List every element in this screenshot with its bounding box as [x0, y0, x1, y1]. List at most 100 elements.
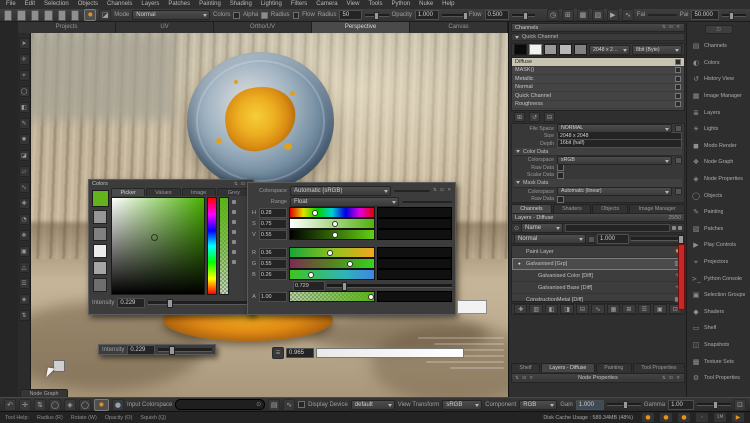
tool-icon[interactable]: ◪	[19, 150, 30, 161]
flow-checkbox[interactable]	[293, 12, 300, 19]
palette-item[interactable]: ▦ Image Manager	[687, 88, 750, 105]
slider-menu-icon[interactable]: ☰	[272, 347, 284, 359]
viewport-tab[interactable]: Perspective	[312, 22, 410, 33]
layer-row[interactable]: Galvanised Base [Diff] ∿	[512, 282, 684, 294]
lock-icon[interactable]	[675, 188, 682, 195]
red-gradient-slider[interactable]	[289, 247, 376, 258]
opacity-slider[interactable]	[442, 14, 466, 17]
hue-gradient-slider[interactable]	[289, 207, 376, 218]
toolbar-icon[interactable]: ∿	[622, 9, 634, 21]
hue-strip[interactable]	[207, 197, 217, 295]
layer-action-icon[interactable]: ∿	[591, 304, 604, 314]
layer-row[interactable]: ● Galvanised [Grp] ▥	[512, 258, 684, 270]
channel-row[interactable]: Quick Channel	[512, 92, 684, 101]
status-chip-icon[interactable]: ▶	[731, 412, 745, 423]
channel-swatch-grey[interactable]	[544, 44, 557, 55]
toolbar-icon[interactable]: ⊞	[562, 9, 574, 21]
falloff-dropdown[interactable]	[648, 14, 677, 16]
palette-item[interactable]: ◫ Snapshots	[687, 337, 750, 354]
viewport-tab[interactable]: UV	[116, 22, 214, 33]
channel-action-icon[interactable]: ↺	[529, 112, 540, 122]
channel-row[interactable]: Metallic	[512, 75, 684, 84]
paint-field[interactable]: 50.000	[691, 10, 719, 20]
tool-icon[interactable]: ✹	[19, 134, 30, 145]
import-icon[interactable]	[44, 10, 52, 21]
picker-tool-icon[interactable]	[232, 250, 236, 254]
scalar-data-checkbox[interactable]	[557, 172, 564, 179]
dock-tab[interactable]: Objects	[592, 204, 628, 213]
search-filter-dropdown[interactable]: Name	[521, 223, 563, 233]
tool-icon[interactable]: ➤	[19, 38, 30, 49]
radius-field[interactable]: 50	[339, 10, 361, 20]
menu-item[interactable]: Channels	[107, 0, 132, 9]
saturation-value-box[interactable]	[377, 218, 452, 229]
raw-data-checkbox[interactable]	[557, 164, 564, 171]
status-chip-icon[interactable]: ●	[677, 412, 691, 423]
intensity-field[interactable]: 0.229	[117, 298, 145, 308]
channel-size-dropdown[interactable]: 2048 x 2048	[589, 45, 630, 55]
search-option-icon[interactable]	[678, 226, 682, 230]
paint-slider[interactable]	[722, 14, 746, 17]
colors-tab[interactable]: Image	[182, 188, 216, 196]
toolbar-icon[interactable]: ▶	[607, 9, 619, 21]
navigation-tool-icon[interactable]: ◯	[49, 399, 61, 411]
saturation-field[interactable]: 0.75	[259, 219, 287, 229]
recent-color-swatch[interactable]	[93, 227, 107, 241]
channel-row[interactable]: Roughness	[512, 101, 684, 110]
colorspace-dropdown[interactable]: Automatic (sRGB)	[290, 186, 391, 196]
alpha-white-field[interactable]	[457, 300, 487, 314]
gamma-slider[interactable]	[697, 403, 731, 406]
eraser-button[interactable]: ◪	[99, 9, 111, 21]
menu-item[interactable]: File	[6, 0, 16, 9]
menu-item[interactable]: Filters	[291, 0, 307, 9]
hue-value-box[interactable]	[377, 207, 452, 218]
range-extra-dropdown[interactable]	[402, 201, 452, 203]
alpha-value-box[interactable]	[377, 291, 452, 302]
tool-icon[interactable]: ◯	[19, 86, 30, 97]
viewport-tab[interactable]: Ortho/UV	[214, 22, 312, 33]
tool-icon[interactable]: ▱	[19, 166, 30, 177]
mid-intensity-slider[interactable]	[327, 284, 452, 288]
layer-search-input[interactable]	[565, 224, 670, 232]
paint-sphere-model[interactable]	[187, 52, 334, 190]
channel-checkbox[interactable]	[675, 101, 681, 107]
status-chip-icon[interactable]: ●	[659, 412, 673, 423]
palette-item[interactable]: ◐ Colors	[687, 55, 750, 72]
alpha-gradient-slider[interactable]	[289, 291, 376, 302]
menu-item[interactable]: Lighting	[261, 0, 282, 9]
dock-tab[interactable]: Shelf	[511, 363, 540, 372]
gain-slider[interactable]	[607, 403, 641, 406]
quick-channel-row[interactable]: Quick Channel	[511, 33, 685, 41]
viewport-option-icon[interactable]: ∿	[283, 399, 295, 411]
radius-slider[interactable]	[365, 14, 389, 17]
green-field[interactable]: 0.55	[259, 259, 287, 269]
green-value-box[interactable]	[377, 258, 452, 269]
status-chip-icon[interactable]: 1M	[713, 412, 727, 423]
colorspace-extra-dropdown[interactable]	[394, 190, 430, 192]
layer-action-icon[interactable]: ◨	[560, 304, 573, 314]
tool-icon[interactable]: ◧	[19, 102, 30, 113]
navigation-tool-icon[interactable]: ⇅	[34, 399, 46, 411]
channel-checkbox[interactable]	[675, 67, 681, 73]
input-colorspace-field[interactable]: ⊙	[175, 399, 265, 410]
layer-action-icon[interactable]: ▣	[653, 304, 666, 314]
navigation-tool-icon[interactable]: ◯	[79, 399, 91, 411]
navigation-tool-icon[interactable]: ✛	[19, 399, 31, 411]
layer-action-icon[interactable]: ◧	[545, 304, 558, 314]
value-gradient-slider[interactable]	[289, 229, 376, 240]
colors-tab[interactable]: Picker	[111, 188, 145, 196]
channel-depth-dropdown[interactable]: 8bit (Byte)	[632, 45, 682, 55]
palette-item[interactable]: ◯ Objects	[687, 187, 750, 204]
current-color-swatch[interactable]	[92, 190, 109, 207]
recent-color-swatch[interactable]	[93, 210, 107, 224]
navigation-tool-icon[interactable]: ↶	[4, 399, 16, 411]
tool-icon[interactable]: ∿	[19, 182, 30, 193]
colors-tab[interactable]: Grey	[217, 188, 251, 196]
status-chip-icon[interactable]: ◦	[695, 412, 709, 423]
menu-item[interactable]: Tools	[368, 0, 382, 9]
viewport-option-checkbox[interactable]	[298, 401, 305, 408]
channel-row[interactable]: Normal	[512, 84, 684, 93]
reset-icon[interactable]: ⊡	[734, 399, 746, 411]
tool-icon[interactable]: ⇅	[19, 310, 30, 321]
picker-tool-icon[interactable]	[232, 200, 236, 204]
